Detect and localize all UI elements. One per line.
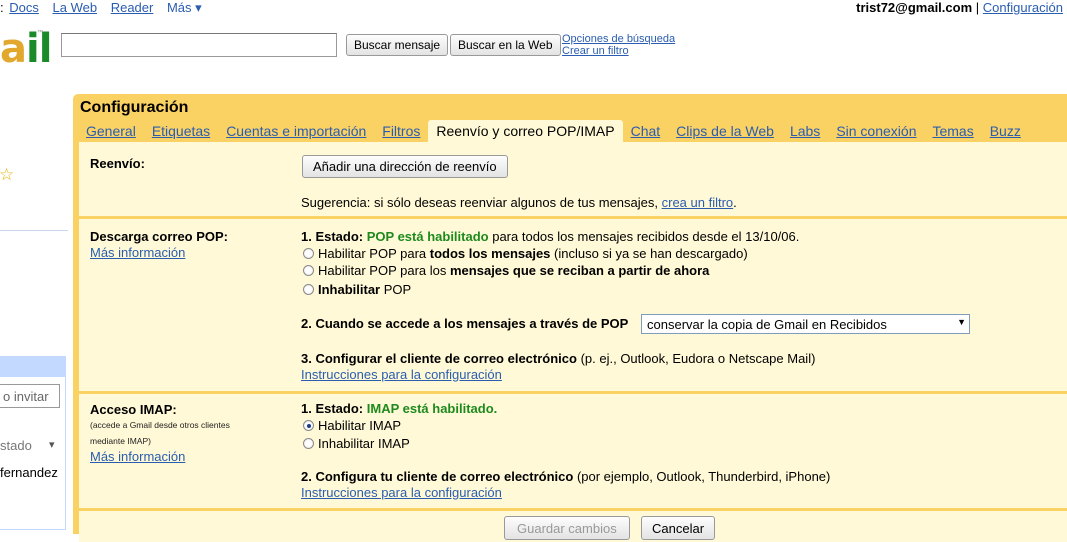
imap-subtitle: (accede a Gmail desde otros clientes medi… — [90, 417, 230, 449]
nav-docs-link[interactable]: Docs — [9, 0, 39, 15]
pop-access-select[interactable]: conservar la copia de Gmail en Recibidos… — [641, 314, 970, 334]
search-options-link[interactable]: Opciones de búsqueda — [562, 33, 675, 45]
imap-subtitle-line2: mediante IMAP) — [90, 436, 151, 446]
pop-status-prefix: 1. Estado: — [301, 229, 367, 244]
search-web-button[interactable]: Buscar en la Web — [450, 34, 561, 56]
settings-link[interactable]: Configuración — [983, 0, 1063, 15]
chat-invite-input[interactable]: o invitar — [0, 384, 60, 408]
pop-status-suffix: para todos los mensajes recibidos desde … — [488, 229, 800, 244]
pop-access-label: 2. Cuando se accede a los mensajes a tra… — [301, 316, 629, 331]
page-title: Configuración — [80, 99, 189, 116]
section-divider — [79, 216, 1067, 219]
imap-more-info-link[interactable]: Más información — [90, 449, 185, 464]
imap-subtitle-line1: (accede a Gmail desde otros clientes — [90, 420, 230, 430]
imap-status-value: IMAP está habilitado. — [366, 401, 498, 416]
pop-option-all[interactable]: Habilitar POP para todos los mensajes (i… — [303, 246, 748, 261]
pop-label: Descarga correo POP: — [90, 229, 229, 244]
pop-access-select-value: conservar la copia de Gmail en Recibidos — [647, 317, 887, 332]
chat-contact[interactable]: fernandez — [0, 465, 58, 480]
user-email: trist72@gmail.com — [856, 0, 973, 15]
section-divider — [79, 508, 1067, 511]
forwarding-tip: Sugerencia: si sólo deseas reenviar algu… — [301, 195, 737, 210]
pop-option-new[interactable]: Habilitar POP para los mensajes que se r… — [303, 263, 709, 278]
tab-offline[interactable]: Sin conexión — [828, 120, 924, 142]
imap-option-disable[interactable]: Inhabilitar IMAP — [303, 436, 410, 451]
nav-separator: : — [0, 0, 4, 15]
imap-status: 1. Estado: IMAP está habilitado. — [301, 401, 497, 416]
create-filter-inline-link[interactable]: crea un filtro — [662, 195, 734, 210]
pop-more-info-link[interactable]: Más información — [90, 245, 185, 260]
radio-pop-new[interactable] — [303, 265, 314, 276]
pop-status: 1. Estado: POP está habilitado para todo… — [301, 229, 799, 244]
pop-instructions-link[interactable]: Instrucciones para la configuración — [301, 367, 502, 382]
tab-chat[interactable]: Chat — [623, 120, 669, 142]
add-forwarding-address-button[interactable]: Añadir una dirección de reenvío — [302, 155, 508, 178]
imap-client-config: 2. Configura tu cliente de correo electr… — [301, 469, 830, 484]
chat-status-label[interactable]: stado — [0, 438, 32, 453]
imap-option-disable-text: Inhabilitar IMAP — [318, 436, 410, 451]
tab-accounts[interactable]: Cuentas e importación — [218, 120, 374, 142]
section-divider — [79, 391, 1067, 394]
pop-option-new-text-a: Habilitar POP para los — [318, 263, 450, 278]
pop-client-suffix: (p. ej., Outlook, Eudora o Netscape Mail… — [576, 351, 816, 366]
pop-option-new-text-b: mensajes que se reciban a partir de ahor… — [450, 263, 710, 278]
gmail-logo[interactable]: ail — [0, 26, 52, 72]
search-mail-button[interactable]: Buscar mensaje — [346, 34, 449, 56]
imap-instructions-link[interactable]: Instrucciones para la configuración — [301, 485, 502, 500]
imap-option-enable[interactable]: Habilitar IMAP — [303, 418, 401, 433]
imap-option-enable-text: Habilitar IMAP — [318, 418, 402, 433]
tab-filters[interactable]: Filtros — [374, 120, 428, 142]
save-changes-button[interactable]: Guardar cambios — [504, 516, 630, 540]
pop-option-all-text-c: (incluso si ya se han descargado) — [550, 246, 748, 261]
create-filter-link[interactable]: Crear un filtro — [562, 45, 675, 57]
user-bar: trist72@gmail.com | Configuración — [856, 0, 1063, 15]
nav-more-link[interactable]: Más ▾ — [167, 0, 202, 15]
pop-option-disable-text-a: Inhabilitar — [318, 282, 381, 297]
pop-status-value: POP está habilitado — [366, 229, 489, 244]
pop-option-all-text-a: Habilitar POP para — [318, 246, 430, 261]
tab-buzz[interactable]: Buzz — [982, 120, 1029, 142]
chevron-down-icon: ▼ — [957, 317, 966, 327]
tab-general[interactable]: General — [78, 120, 144, 142]
nav-web-link[interactable]: La Web — [53, 0, 98, 15]
pop-option-all-text-b: todos los mensajes — [429, 246, 551, 261]
cancel-button[interactable]: Cancelar — [641, 516, 716, 540]
settings-tabs: General Etiquetas Cuentas e importación … — [78, 120, 1029, 142]
forwarding-label: Reenvío: — [90, 156, 145, 171]
imap-label: Acceso IMAP: — [90, 402, 177, 417]
pop-option-disable[interactable]: Inhabilitar POP — [303, 282, 411, 297]
imap-status-prefix: 1. Estado: — [301, 401, 367, 416]
tab-web-clips[interactable]: Clips de la Web — [668, 120, 782, 142]
imap-client-suffix: (por ejemplo, Outlook, Thunderbird, iPho… — [573, 469, 831, 484]
radio-pop-all[interactable] — [303, 248, 314, 259]
pop-option-disable-text-b: POP — [380, 282, 412, 297]
search-links: Opciones de búsqueda Crear un filtro — [562, 33, 675, 57]
nav-reader-link[interactable]: Reader — [111, 0, 154, 15]
pop-client-label: 3. Configurar el cliente de correo elect… — [301, 351, 577, 366]
starred-star-icon[interactable]: ☆ — [0, 165, 14, 185]
sidebar-divider — [0, 230, 68, 231]
top-nav: : Docs La Web Reader Más ▾ — [0, 0, 212, 16]
tab-forwarding[interactable]: Reenvío y correo POP/IMAP — [428, 120, 623, 142]
forwarding-tip-text: Sugerencia: si sólo deseas reenviar algu… — [301, 195, 662, 210]
chevron-down-icon[interactable]: ▾ — [49, 438, 55, 451]
radio-pop-disable[interactable] — [303, 284, 314, 295]
chat-panel-header — [0, 357, 65, 377]
user-bar-divider: | — [975, 0, 980, 15]
tab-labs[interactable]: Labs — [782, 120, 828, 142]
imap-client-label: 2. Configura tu cliente de correo electr… — [301, 469, 574, 484]
tab-themes[interactable]: Temas — [924, 120, 981, 142]
radio-imap-disable[interactable] — [303, 438, 314, 449]
search-input[interactable] — [61, 33, 337, 57]
tab-labels[interactable]: Etiquetas — [144, 120, 218, 142]
pop-client-config: 3. Configurar el cliente de correo elect… — [301, 351, 815, 366]
radio-imap-enable[interactable] — [303, 420, 314, 431]
forwarding-tip-end: . — [733, 195, 737, 210]
trademark-mark: ™ — [37, 30, 43, 36]
